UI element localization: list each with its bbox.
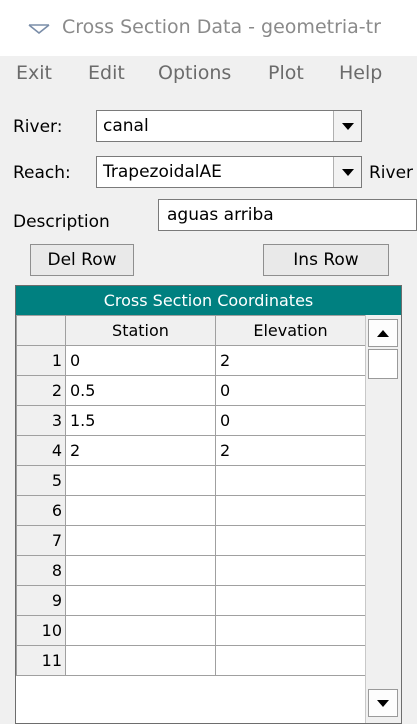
station-cell[interactable]: 2 bbox=[65, 435, 216, 466]
del-row-button[interactable]: Del Row bbox=[30, 244, 134, 276]
menu-help[interactable]: Help bbox=[339, 62, 382, 84]
corner-cell bbox=[16, 315, 66, 346]
elevation-cell[interactable]: 0 bbox=[215, 405, 366, 436]
reach-label: Reach: bbox=[13, 163, 71, 183]
header-row: Station Elevation bbox=[16, 315, 366, 346]
vertical-scrollbar[interactable] bbox=[365, 315, 401, 723]
table-row: 422 bbox=[16, 435, 366, 466]
row-number[interactable]: 5 bbox=[16, 465, 66, 496]
cross-section-grid: Cross Section Coordinates Station Elevat… bbox=[15, 285, 402, 724]
arrow-down-icon bbox=[377, 699, 389, 707]
elevation-cell[interactable]: 2 bbox=[215, 435, 366, 466]
station-cell[interactable]: 0 bbox=[65, 345, 216, 376]
menu-edit[interactable]: Edit bbox=[88, 62, 125, 84]
table-row: 3 1.5 0 bbox=[16, 405, 366, 436]
column-header-elevation[interactable]: Elevation bbox=[215, 315, 366, 346]
station-cell[interactable] bbox=[65, 495, 216, 526]
reach-river-label: River bbox=[369, 163, 414, 183]
description-label: Description bbox=[13, 212, 110, 232]
app-icon bbox=[28, 24, 50, 34]
chevron-down-icon bbox=[341, 168, 354, 176]
table-row: 11 bbox=[16, 645, 366, 676]
elevation-cell[interactable] bbox=[215, 585, 366, 616]
scroll-thumb[interactable] bbox=[368, 349, 398, 379]
row-number[interactable]: 2 bbox=[16, 375, 66, 406]
menu-options[interactable]: Options bbox=[158, 62, 231, 84]
elevation-cell[interactable] bbox=[215, 465, 366, 496]
station-cell[interactable] bbox=[65, 585, 216, 616]
row-number[interactable]: 11 bbox=[16, 645, 66, 676]
reach-select[interactable]: TrapezoidalAE bbox=[96, 156, 362, 188]
station-cell[interactable] bbox=[65, 645, 216, 676]
window-title: Cross Section Data - geometria-tr bbox=[62, 16, 381, 38]
ins-row-button[interactable]: Ins Row bbox=[263, 244, 389, 276]
river-select[interactable]: canal bbox=[96, 110, 362, 142]
table-row: 10 bbox=[16, 615, 366, 646]
elevation-cell[interactable]: 0 bbox=[215, 375, 366, 406]
station-cell[interactable] bbox=[65, 555, 216, 586]
elevation-cell[interactable]: 2 bbox=[215, 345, 366, 376]
table-row: 102 bbox=[16, 345, 366, 376]
row-number[interactable]: 1 bbox=[16, 345, 66, 376]
row-number[interactable]: 10 bbox=[16, 615, 66, 646]
arrow-up-icon bbox=[377, 329, 389, 337]
elevation-cell[interactable] bbox=[215, 645, 366, 676]
menu-plot[interactable]: Plot bbox=[268, 62, 304, 84]
coordinates-table: Station Elevation 1 0 2 2 0.5 0 3 1.5 0 4 2 2 5 6 7 8 9 1… bbox=[16, 315, 366, 676]
station-cell[interactable]: 1.5 bbox=[65, 405, 216, 436]
table-row: 6 bbox=[16, 495, 366, 526]
menu-bar: Exit Edit Options Plot Help bbox=[0, 56, 417, 94]
menu-exit[interactable]: Exit bbox=[16, 62, 52, 84]
station-cell[interactable] bbox=[65, 465, 216, 496]
column-header-station[interactable]: Station bbox=[65, 315, 216, 346]
grid-title: Cross Section Coordinates bbox=[16, 286, 401, 315]
scroll-up-button[interactable] bbox=[368, 319, 398, 347]
row-number[interactable]: 6 bbox=[16, 495, 66, 526]
station-cell[interactable]: 0.5 bbox=[65, 375, 216, 406]
river-label: River: bbox=[13, 117, 63, 137]
river-value: canal bbox=[103, 116, 149, 136]
elevation-cell[interactable] bbox=[215, 555, 366, 586]
river-dropdown-button[interactable] bbox=[333, 111, 361, 141]
row-number[interactable]: 4 bbox=[16, 435, 66, 466]
station-cell[interactable] bbox=[65, 525, 216, 556]
elevation-cell[interactable] bbox=[215, 495, 366, 526]
row-number[interactable]: 3 bbox=[16, 405, 66, 436]
station-cell[interactable] bbox=[65, 615, 216, 646]
row-number[interactable]: 9 bbox=[16, 585, 66, 616]
description-field[interactable]: aguas arriba bbox=[158, 199, 417, 231]
elevation-cell[interactable] bbox=[215, 615, 366, 646]
table-row: 8 bbox=[16, 555, 366, 586]
row-number[interactable]: 8 bbox=[16, 555, 66, 586]
reach-value: TrapezoidalAE bbox=[103, 162, 222, 182]
table-row: 9 bbox=[16, 585, 366, 616]
table-row: 5 bbox=[16, 465, 366, 496]
table-row: 7 bbox=[16, 525, 366, 556]
reach-dropdown-button[interactable] bbox=[333, 157, 361, 187]
chevron-down-icon bbox=[341, 122, 354, 130]
scroll-down-button[interactable] bbox=[368, 689, 398, 717]
row-number[interactable]: 7 bbox=[16, 525, 66, 556]
table-row: 2 0.5 0 bbox=[16, 375, 366, 406]
elevation-cell[interactable] bbox=[215, 525, 366, 556]
title-bar: Cross Section Data - geometria-tr bbox=[0, 0, 417, 56]
